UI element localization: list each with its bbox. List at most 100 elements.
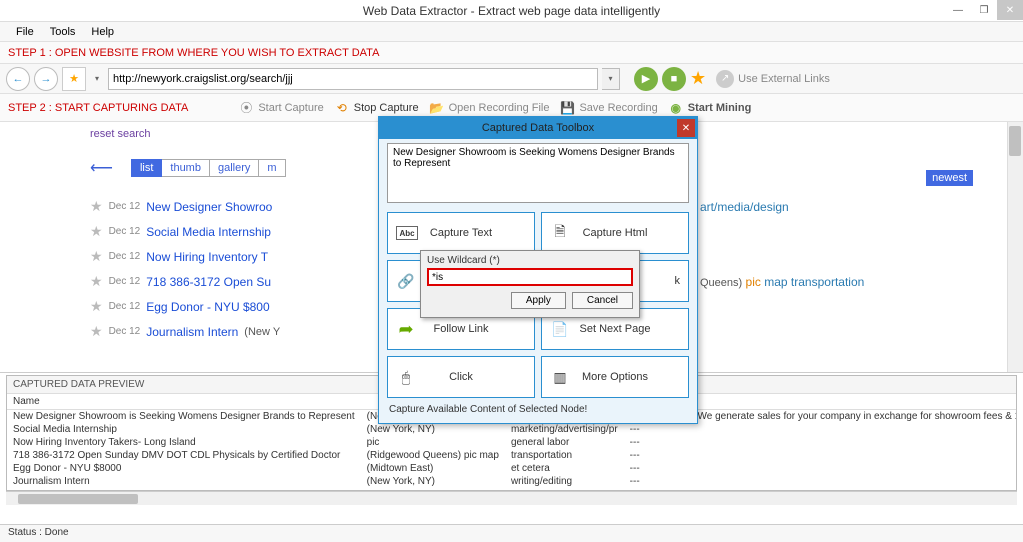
click-button[interactable]: 🖱Click <box>387 356 535 398</box>
capture-html-button[interactable]: 🗎Capture Html <box>541 212 689 254</box>
capture-text-button[interactable]: AbcCapture Text <box>387 212 535 254</box>
go-button[interactable]: ▶ <box>634 67 658 91</box>
back-button[interactable]: ← <box>6 67 30 91</box>
bookmark-button[interactable]: ★ <box>690 68 706 89</box>
tab-list[interactable]: list <box>131 159 162 177</box>
arrow-right-icon: → <box>41 73 52 85</box>
listing-meta: (New Y <box>244 326 280 338</box>
listing-date: Dec 12 <box>109 226 141 237</box>
table-row[interactable]: 718 386-3172 Open Sunday DMV DOT CDL Phy… <box>7 449 1016 462</box>
favorites-button[interactable]: ★ <box>62 67 86 91</box>
listing-title[interactable]: 718 386-3172 Open Su <box>146 275 271 289</box>
options-icon: ▥ <box>550 367 570 387</box>
tab-map[interactable]: m <box>259 159 285 177</box>
save-recording-button[interactable]: 💾Save Recording <box>559 100 657 116</box>
cursor-icon: 🖱 <box>396 367 416 387</box>
star-icon: ★ <box>69 72 79 85</box>
star-icon[interactable]: ★ <box>90 248 103 265</box>
stop-circle-icon: ⟲ <box>334 100 350 116</box>
star-icon[interactable]: ★ <box>90 298 103 315</box>
record-icon: ⦿ <box>238 100 254 116</box>
wildcard-input[interactable] <box>427 268 633 286</box>
table-row[interactable]: Social Media Internship(New York, NY)mar… <box>7 423 1016 436</box>
tab-thumb[interactable]: thumb <box>162 159 210 177</box>
star-icon[interactable]: ★ <box>90 273 103 290</box>
listing-title[interactable]: Now Hiring Inventory T <box>146 250 268 264</box>
captured-text-area[interactable]: New Designer Showroom is Seeking Womens … <box>387 143 689 203</box>
sort-newest[interactable]: newest <box>926 170 973 186</box>
step2-label: STEP 2 : START CAPTURING DATA <box>8 102 188 114</box>
window-controls: — ❐ ✕ <box>945 0 1023 20</box>
link-icon: ↗ <box>716 70 734 88</box>
open-recording-button[interactable]: 📂Open Recording File <box>429 100 550 116</box>
tab-gallery[interactable]: gallery <box>210 159 259 177</box>
maximize-button[interactable]: ❐ <box>971 0 997 20</box>
close-icon: ✕ <box>682 123 690 134</box>
stop-capture-button[interactable]: ⟲Stop Capture <box>334 100 419 116</box>
star-icon[interactable]: ★ <box>90 223 103 240</box>
chevron-down-icon: ▾ <box>95 74 99 83</box>
use-external-links[interactable]: ↗ Use External Links <box>716 70 830 88</box>
menu-help[interactable]: Help <box>83 24 122 40</box>
listing-title[interactable]: Journalism Intern <box>146 325 238 339</box>
html-icon: 🗎 <box>550 223 570 243</box>
dialog-titlebar[interactable]: Captured Data Toolbox ✕ <box>379 117 697 139</box>
url-dropdown[interactable]: ▾ <box>602 68 620 90</box>
listing-title[interactable]: Social Media Internship <box>146 225 271 239</box>
col-name[interactable]: Name <box>7 394 361 410</box>
apply-button[interactable]: Apply <box>511 292 566 309</box>
url-toolbar: ← → ★ ▾ ▾ ▶ ■ ★ ↗ Use External Links <box>0 64 1023 94</box>
window-title: Web Data Extractor - Extract web page da… <box>363 4 660 18</box>
listing-date: Dec 12 <box>109 201 141 212</box>
play-icon: ▶ <box>642 72 650 85</box>
folder-open-icon: 📂 <box>429 100 445 116</box>
dialog-footer-text: Capture Available Content of Selected No… <box>387 398 689 417</box>
listing-title[interactable]: Egg Donor - NYU $800 <box>146 300 269 314</box>
stop-button[interactable]: ■ <box>662 67 686 91</box>
listing-meta: Queens) pic map transportation <box>700 275 864 289</box>
abc-icon: Abc <box>396 226 418 240</box>
listing-date: Dec 12 <box>109 276 141 287</box>
listing-date: Dec 12 <box>109 301 141 312</box>
dialog-title: Captured Data Toolbox <box>482 122 594 134</box>
arrow-left-icon: ← <box>13 73 24 85</box>
link-icon: 🔗 <box>396 271 416 291</box>
cancel-button[interactable]: Cancel <box>572 292 633 309</box>
table-row[interactable]: Now Hiring Inventory Takers- Long Island… <box>7 436 1016 449</box>
follow-icon: ➦ <box>396 319 416 339</box>
more-options-button[interactable]: ▥More Options <box>541 356 689 398</box>
table-row[interactable]: Egg Donor - NYU $8000(Midtown East)et ce… <box>7 462 1016 475</box>
start-capture-button[interactable]: ⦿Start Capture <box>238 100 323 116</box>
star-icon[interactable]: ★ <box>90 198 103 215</box>
url-input[interactable] <box>108 68 598 90</box>
horizontal-scrollbar[interactable] <box>6 491 1017 505</box>
use-external-links-label: Use External Links <box>738 73 830 85</box>
wildcard-label: Use Wildcard (*) <box>427 255 633 266</box>
wildcard-popup: Use Wildcard (*) Apply Cancel <box>420 250 640 318</box>
window-titlebar: Web Data Extractor - Extract web page da… <box>0 0 1023 22</box>
star-icon[interactable]: ★ <box>90 323 103 340</box>
page-icon: 📄 <box>550 319 570 339</box>
close-button[interactable]: ✕ <box>997 0 1023 20</box>
scrollbar-thumb[interactable] <box>1009 126 1021 156</box>
vertical-scrollbar[interactable] <box>1007 122 1023 372</box>
step1-label: STEP 1 : OPEN WEBSITE FROM WHERE YOU WIS… <box>0 42 1023 64</box>
listing-date: Dec 12 <box>109 251 141 262</box>
favorites-dropdown[interactable]: ▾ <box>90 67 104 91</box>
page-back-arrow[interactable]: ⟵ <box>90 158 113 178</box>
menu-file[interactable]: File <box>8 24 42 40</box>
table-row[interactable]: Journalism Intern(New York, NY)writing/e… <box>7 475 1016 488</box>
save-icon: 💾 <box>559 100 575 116</box>
dialog-close-button[interactable]: ✕ <box>677 119 695 137</box>
menu-bar: File Tools Help <box>0 22 1023 42</box>
listing-title[interactable]: New Designer Showroo <box>146 200 272 214</box>
menu-tools[interactable]: Tools <box>42 24 84 40</box>
status-bar: Status : Done <box>0 524 1023 542</box>
listing-category[interactable]: art/media/design <box>700 200 789 214</box>
forward-button[interactable]: → <box>34 67 58 91</box>
mining-icon: ◉ <box>668 100 684 116</box>
minimize-button[interactable]: — <box>945 0 971 20</box>
stop-icon: ■ <box>671 73 678 85</box>
scrollbar-thumb[interactable] <box>18 494 138 504</box>
start-mining-button[interactable]: ◉Start Mining <box>668 100 752 116</box>
